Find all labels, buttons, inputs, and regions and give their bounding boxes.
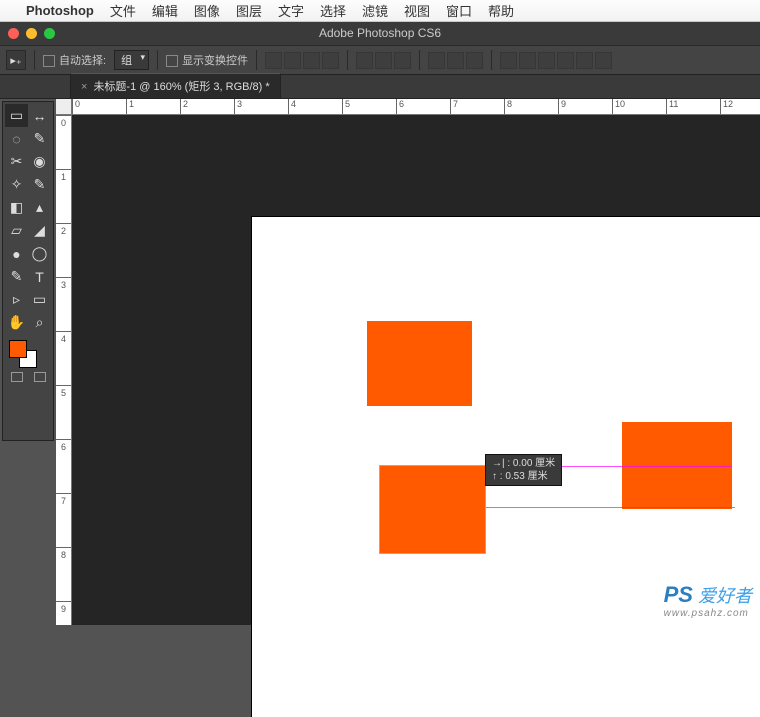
auto-select-dropdown[interactable]: 组 <box>114 50 149 70</box>
current-tool-icon[interactable]: ▸₊ <box>6 50 26 70</box>
vertical-ruler[interactable]: 0123456789 <box>56 115 72 625</box>
align-icon[interactable] <box>322 52 339 69</box>
move-tool[interactable]: ↔ <box>28 104 51 127</box>
menu-app[interactable]: Photoshop <box>26 3 94 18</box>
align-icon[interactable] <box>466 52 483 69</box>
align-icon[interactable] <box>428 52 445 69</box>
show-transform-checkbox[interactable]: 显示变换控件 <box>166 52 248 68</box>
lasso-tool[interactable]: ◌ <box>5 127 28 150</box>
gradient-tool[interactable]: ◢ <box>28 219 51 242</box>
align-icon[interactable] <box>394 52 411 69</box>
ruler-origin[interactable] <box>56 99 72 115</box>
eraser-tool[interactable]: ▱ <box>5 219 28 242</box>
measurement-tooltip: →| : 0.00 厘米 ↑ : 0.53 厘米 <box>485 454 562 486</box>
menu-filter[interactable]: 滤镜 <box>362 1 388 20</box>
align-group-3 <box>428 52 483 69</box>
menu-type[interactable]: 文字 <box>278 1 304 20</box>
align-icon[interactable] <box>447 52 464 69</box>
align-icon[interactable] <box>375 52 392 69</box>
align-group-1 <box>265 52 339 69</box>
separator <box>419 50 420 70</box>
tab-title: 未标题-1 @ 160% (矩形 3, RGB/8) * <box>93 81 269 93</box>
eyedropper-tool[interactable]: ◉ <box>28 150 51 173</box>
canvas-area[interactable]: 012345678910111213 0123456789 →| : 0.00 … <box>56 99 760 625</box>
close-tab-icon[interactable]: × <box>81 81 87 93</box>
screenmode-icon[interactable] <box>34 372 46 382</box>
mac-menubar: Photoshop 文件 编辑 图像 图层 文字 选择 滤镜 视图 窗口 帮助 <box>0 0 760 22</box>
history-brush-tool[interactable]: ▴ <box>28 196 51 219</box>
zoom-tool[interactable]: ⌕ <box>28 311 51 334</box>
separator <box>491 50 492 70</box>
distribute-icon[interactable] <box>557 52 574 69</box>
color-swatches[interactable] <box>5 338 51 370</box>
type-tool[interactable]: T <box>28 265 51 288</box>
align-icon[interactable] <box>356 52 373 69</box>
menu-window[interactable]: 窗口 <box>446 1 472 20</box>
close-window-icon[interactable] <box>8 28 19 39</box>
pen-tool[interactable]: ✎ <box>5 265 28 288</box>
healing-tool[interactable]: ✧ <box>5 173 28 196</box>
align-icon[interactable] <box>303 52 320 69</box>
separator <box>256 50 257 70</box>
canvas[interactable]: →| : 0.00 厘米 ↑ : 0.53 厘米 <box>252 217 760 717</box>
quick-select-tool[interactable]: ✎ <box>28 127 51 150</box>
distribute-icon[interactable] <box>519 52 536 69</box>
document-tab[interactable]: × 未标题-1 @ 160% (矩形 3, RGB/8) * <box>70 73 281 98</box>
shape-rect-3-selected[interactable] <box>380 466 485 553</box>
distribute-icon[interactable] <box>576 52 593 69</box>
blur-tool[interactable]: ● <box>5 242 28 265</box>
align-group-2 <box>356 52 411 69</box>
menu-help[interactable]: 帮助 <box>488 1 514 20</box>
align-icon[interactable] <box>284 52 301 69</box>
shape-rect-1[interactable] <box>367 321 472 406</box>
watermark: PS 爱好者 www.psahz.com <box>664 582 752 619</box>
maximize-window-icon[interactable] <box>44 28 55 39</box>
path-select-tool[interactable]: ▹ <box>5 288 28 311</box>
foreground-color[interactable] <box>9 340 27 358</box>
distribute-group <box>500 52 612 69</box>
document-tab-bar: × 未标题-1 @ 160% (矩形 3, RGB/8) * <box>0 75 760 99</box>
separator <box>34 50 35 70</box>
dodge-tool[interactable]: ◯ <box>28 242 51 265</box>
toolbox: ▭↔ ◌✎ ✂◉ ✧✎ ◧▴ ▱◢ ●◯ ✎T ▹▭ ✋⌕ <box>2 101 54 441</box>
horizontal-ruler[interactable]: 012345678910111213 <box>72 99 760 115</box>
menu-select[interactable]: 选择 <box>320 1 346 20</box>
menu-view[interactable]: 视图 <box>404 1 430 20</box>
auto-select-checkbox[interactable]: 自动选择: <box>43 52 106 68</box>
separator <box>347 50 348 70</box>
align-icon[interactable] <box>265 52 282 69</box>
distribute-icon[interactable] <box>595 52 612 69</box>
menu-edit[interactable]: 编辑 <box>152 1 178 20</box>
options-bar: ▸₊ 自动选择: 组 显示变换控件 <box>0 45 760 75</box>
app-title: Adobe Photoshop CS6 <box>319 26 441 40</box>
pasteboard[interactable]: →| : 0.00 厘米 ↑ : 0.53 厘米 <box>72 115 760 625</box>
distribute-icon[interactable] <box>538 52 555 69</box>
quickmask-icon[interactable] <box>11 372 23 382</box>
separator <box>157 50 158 70</box>
brush-tool[interactable]: ✎ <box>28 173 51 196</box>
crop-tool[interactable]: ✂ <box>5 150 28 173</box>
menu-image[interactable]: 图像 <box>194 1 220 20</box>
shape-tool[interactable]: ▭ <box>28 288 51 311</box>
mode-icons <box>5 372 51 382</box>
workspace: ▭↔ ◌✎ ✂◉ ✧✎ ◧▴ ▱◢ ●◯ ✎T ▹▭ ✋⌕ 0123456789… <box>0 99 760 625</box>
hand-tool[interactable]: ✋ <box>5 311 28 334</box>
minimize-window-icon[interactable] <box>26 28 37 39</box>
stamp-tool[interactable]: ◧ <box>5 196 28 219</box>
menu-file[interactable]: 文件 <box>110 1 136 20</box>
smart-guide <box>485 507 735 508</box>
marquee-tool[interactable]: ▭ <box>5 104 28 127</box>
distribute-icon[interactable] <box>500 52 517 69</box>
menu-layer[interactable]: 图层 <box>236 1 262 20</box>
